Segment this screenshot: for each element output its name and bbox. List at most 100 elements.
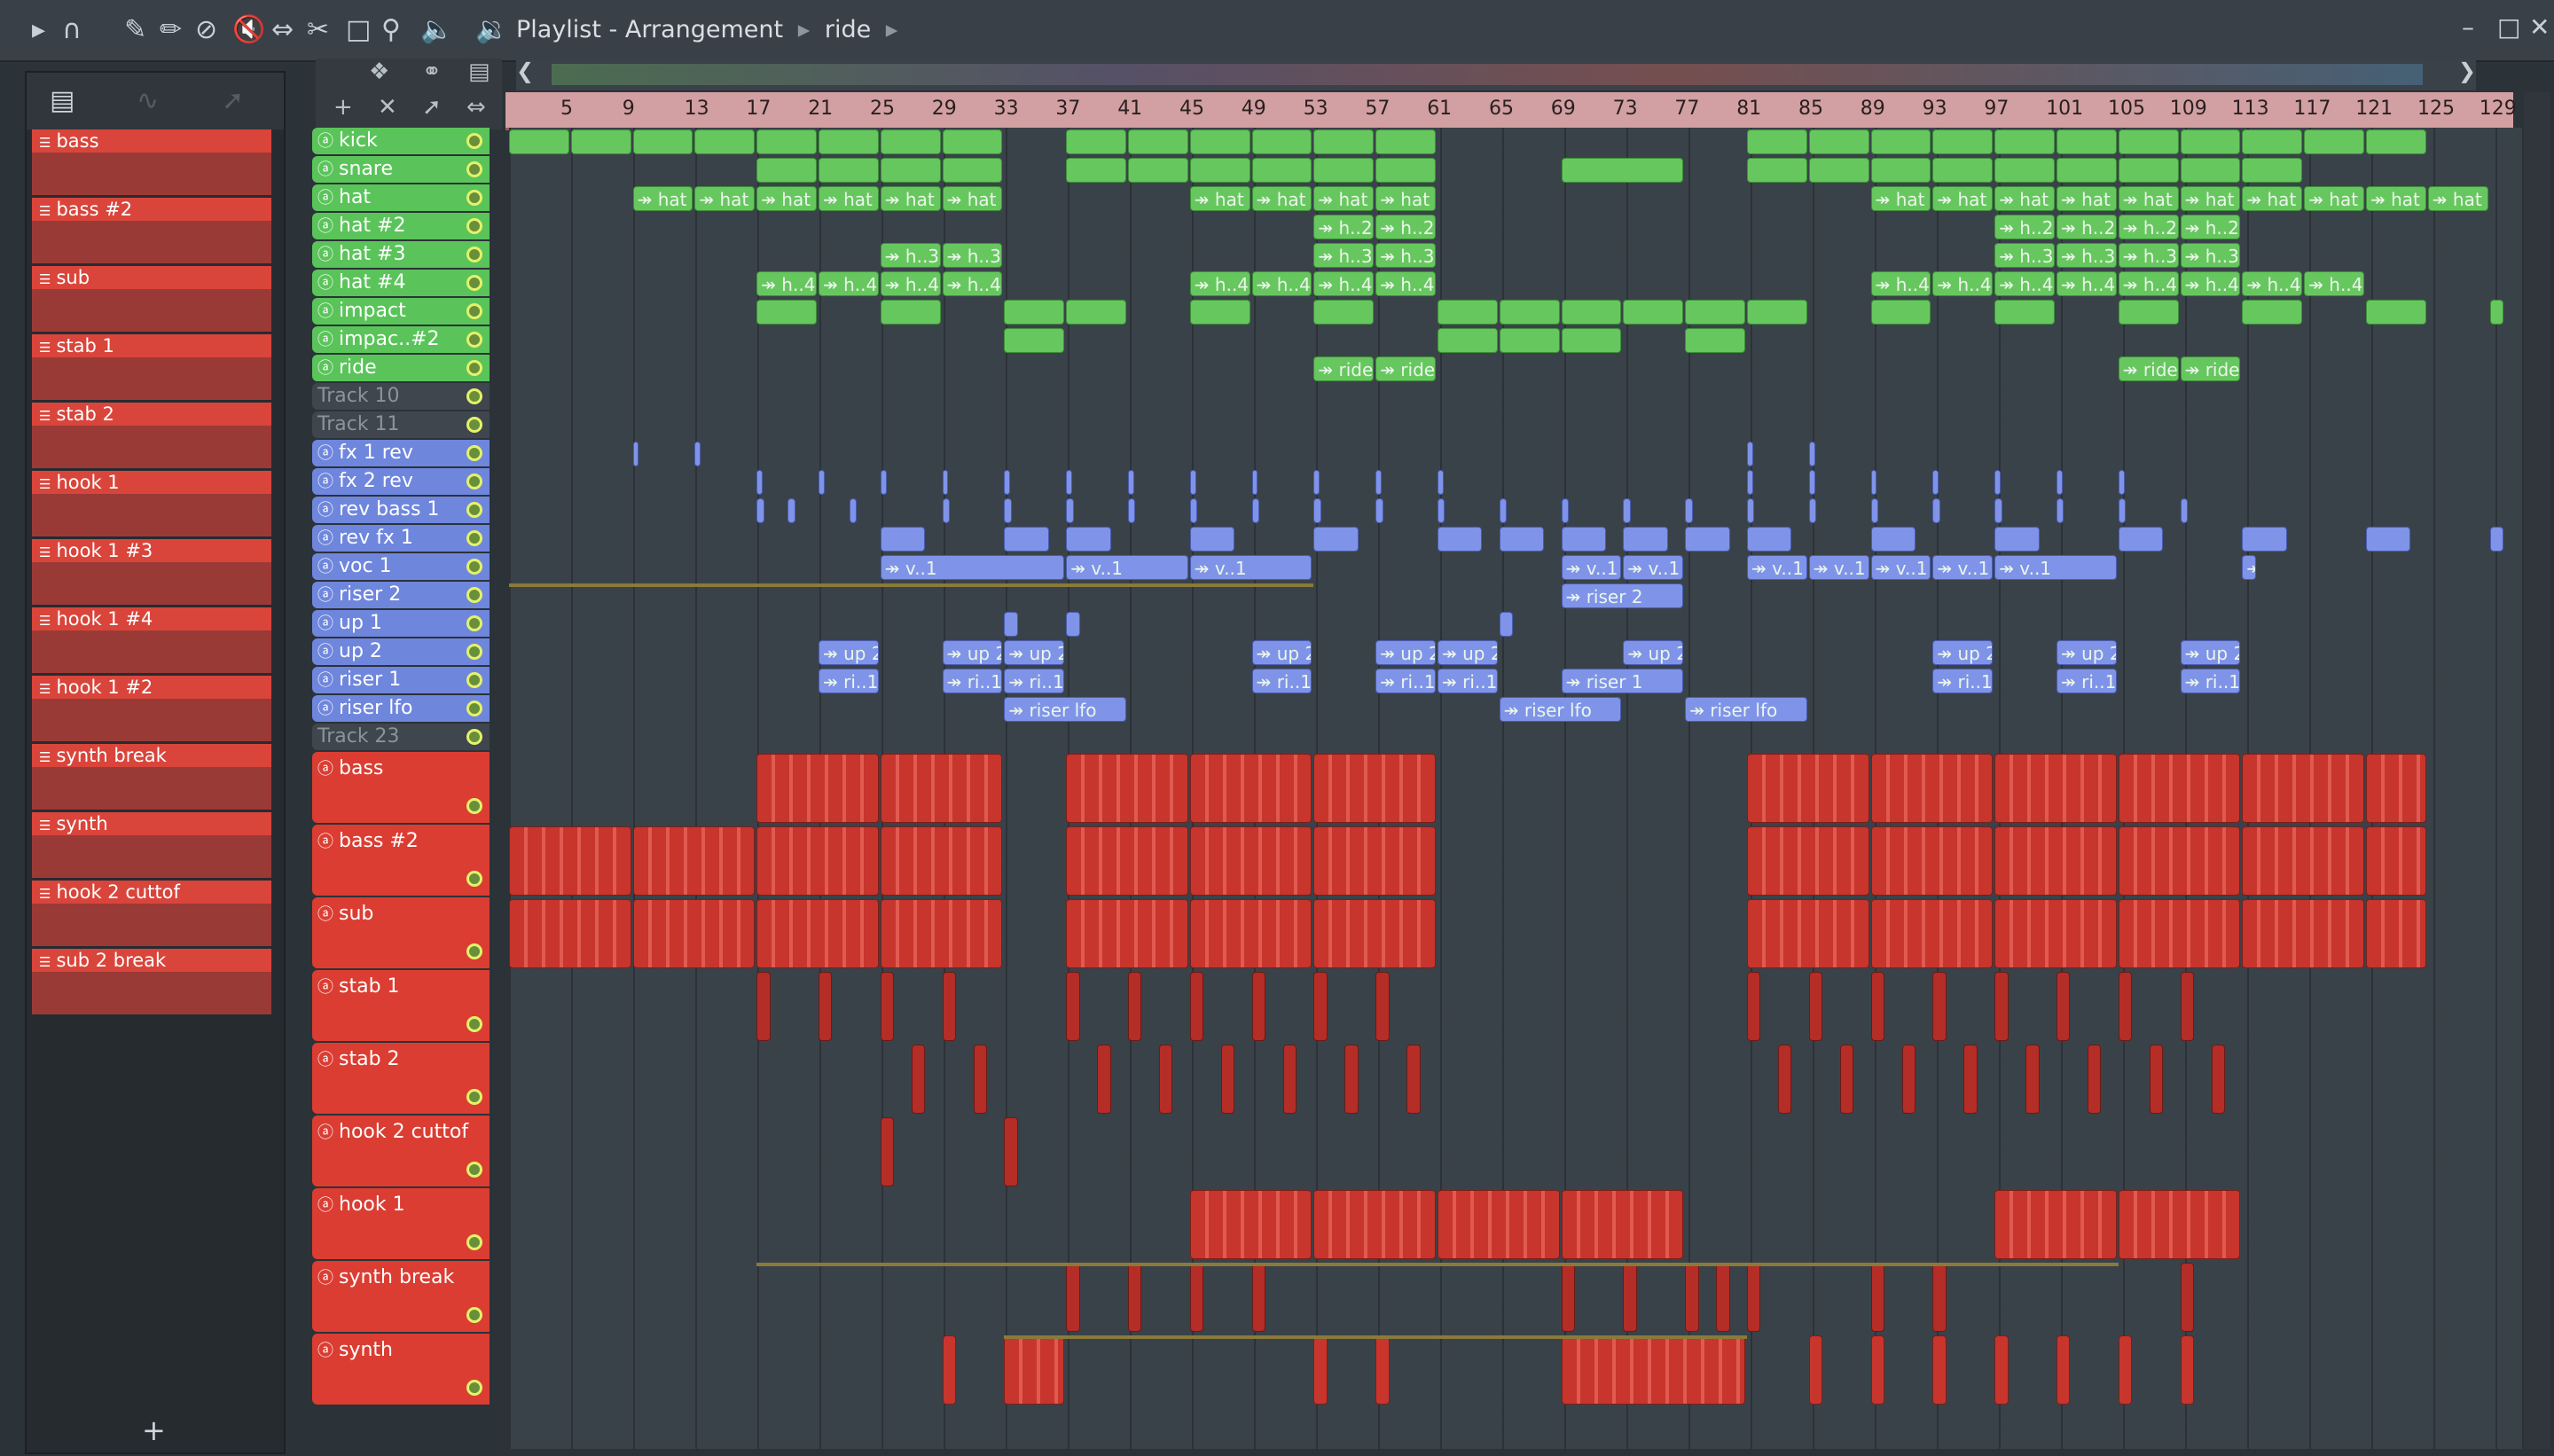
pattern-clip[interactable] (1870, 1263, 1885, 1332)
pattern-clip[interactable] (1066, 470, 1072, 495)
track-mute-led[interactable] (466, 360, 482, 376)
pattern-clip[interactable] (2242, 158, 2303, 183)
pattern-clip[interactable]: ↠ h..3 (880, 243, 941, 268)
pattern-clip[interactable]: ↠ v..1 (1623, 555, 1684, 580)
pattern-clip[interactable] (1499, 612, 1514, 637)
pattern-clip[interactable] (1128, 498, 1136, 523)
pattern-clip[interactable]: ↠ ri..1 (1932, 669, 1994, 693)
track-header[interactable]: ⓐ up 2 (312, 638, 490, 665)
pattern-clip[interactable] (2366, 826, 2426, 896)
pattern-clip[interactable] (1375, 158, 1436, 183)
select-icon[interactable]: □ (346, 14, 371, 46)
pattern-clip[interactable]: ↠ h..4 (1375, 271, 1436, 296)
pattern-clip[interactable] (1747, 442, 1753, 466)
pattern-clip[interactable] (632, 129, 693, 154)
pattern-clip[interactable]: ↠ h..3 (1313, 243, 1375, 268)
pattern-clip[interactable] (1128, 972, 1142, 1041)
pattern-clip[interactable]: ↠ h..3 (2180, 243, 2241, 268)
pattern-clip[interactable] (1066, 498, 1074, 523)
pattern-clip[interactable] (1747, 527, 1792, 552)
track-header[interactable]: ⓐ kick (312, 128, 490, 154)
track-header[interactable]: ⓐ snare (312, 156, 490, 183)
pattern-clip[interactable]: ↠ up 2 (1438, 640, 1498, 665)
pattern-clip[interactable]: ↠ ri..1 (2057, 669, 2117, 693)
slice-icon[interactable]: ✂ (307, 14, 329, 46)
pattern-clip[interactable]: ↠ up 2 (1932, 640, 1994, 665)
pattern-clip[interactable] (1438, 300, 1498, 325)
pattern-clip[interactable]: ↠ h..4 (2118, 271, 2179, 296)
pattern-clip[interactable]: ↠ hat (632, 186, 693, 211)
pattern-clip[interactable]: ↠ ride (1313, 356, 1375, 381)
pattern-clip[interactable]: ↠ hat (942, 186, 1003, 211)
pattern-clip[interactable] (1932, 158, 1994, 183)
pattern-clip[interactable]: ↠ hat (1994, 186, 2055, 211)
magnet-icon[interactable]: ∩ (62, 14, 82, 46)
pattern-clip[interactable] (1963, 1045, 1978, 1114)
pattern-clip[interactable]: ↠ h..4 (2057, 271, 2117, 296)
snap-icon[interactable]: ❖ (369, 59, 389, 85)
pattern-clip[interactable] (1313, 1335, 1328, 1405)
pattern-clip[interactable] (1189, 470, 1196, 495)
picker-item[interactable]: bass #2 (32, 198, 271, 263)
pattern-clip[interactable] (2242, 754, 2364, 823)
track-mute-led[interactable] (466, 388, 482, 404)
pattern-clip[interactable] (2118, 972, 2133, 1041)
pattern-clip[interactable] (1839, 1045, 1854, 1114)
pattern-clip[interactable]: ↠ h..4 (756, 271, 817, 296)
delete-icon[interactable]: ⊘ (195, 14, 217, 46)
scroll-left-icon[interactable]: ❮ (516, 59, 534, 83)
pattern-clip[interactable] (2489, 300, 2504, 325)
pattern-clip[interactable] (1438, 527, 1483, 552)
pencil-icon[interactable]: ✎ (124, 14, 146, 46)
pattern-clip[interactable]: ↠ h..2 (1375, 215, 1436, 239)
pattern-clip[interactable] (1004, 328, 1065, 353)
pattern-clip[interactable] (1128, 129, 1188, 154)
pattern-clip[interactable] (1189, 498, 1198, 523)
pattern-clip[interactable]: ↠ riser lfo (1685, 697, 1807, 722)
picker-item[interactable]: synth (32, 812, 271, 878)
scroll-right-icon[interactable]: ❯ (2458, 59, 2476, 83)
pattern-clip[interactable] (2057, 972, 2071, 1041)
pattern-clip[interactable] (1066, 899, 1188, 968)
pattern-clip[interactable]: ↠ ri..1 (1251, 669, 1312, 693)
swap-icon[interactable]: ⇔ (466, 94, 486, 121)
pattern-clip[interactable] (1499, 527, 1545, 552)
pattern-clip[interactable] (2366, 300, 2426, 325)
pattern-clip[interactable] (1004, 470, 1011, 495)
pattern-clip[interactable]: ↠ v..1 (880, 555, 1065, 580)
pattern-clip[interactable] (880, 1117, 895, 1186)
pattern-clip[interactable] (1438, 498, 1445, 523)
pattern-clip[interactable] (2087, 1045, 2102, 1114)
pattern-clip[interactable] (632, 899, 756, 968)
picker-item[interactable]: synth break (32, 744, 271, 810)
track-header[interactable]: ⓐ hook 1 (312, 1188, 490, 1259)
pattern-clip[interactable] (1438, 470, 1444, 495)
pattern-clip[interactable]: ↠ up 2 (1004, 640, 1065, 665)
pattern-clip[interactable] (1066, 129, 1126, 154)
pattern-clip[interactable] (1189, 300, 1250, 325)
pattern-clip[interactable] (2242, 527, 2287, 552)
pattern-clip[interactable] (1282, 1045, 1297, 1114)
pattern-clip[interactable] (509, 129, 569, 154)
automation-clip-icon[interactable]: ➚ (422, 94, 442, 121)
track-header[interactable]: ⓐ hat #3 (312, 241, 490, 268)
pattern-clip[interactable] (1685, 300, 1745, 325)
pattern-clip[interactable]: ↠ hat (2057, 186, 2117, 211)
track-mute-led[interactable] (466, 332, 482, 348)
pattern-clip[interactable]: ↠ h..4 (1932, 271, 1994, 296)
track-header[interactable]: ⓐ hat #2 (312, 213, 490, 239)
track-header[interactable]: ⓐ impac..#2 (312, 326, 490, 353)
pattern-clip[interactable] (1623, 300, 1684, 325)
track-header[interactable]: ⓐ sub (312, 897, 490, 968)
pattern-clip[interactable] (1870, 300, 1931, 325)
track-mute-led[interactable] (466, 303, 482, 319)
pattern-clip[interactable] (1747, 470, 1753, 495)
pattern-clip[interactable] (1066, 1263, 1080, 1332)
pattern-clip[interactable] (1747, 826, 1869, 896)
track-mute-led[interactable] (466, 1380, 482, 1396)
pattern-clip[interactable] (1251, 129, 1312, 154)
pattern-clip[interactable] (756, 826, 879, 896)
pattern-clip[interactable] (880, 527, 926, 552)
pattern-clip[interactable] (1004, 612, 1018, 637)
pattern-clip[interactable] (1313, 129, 1375, 154)
